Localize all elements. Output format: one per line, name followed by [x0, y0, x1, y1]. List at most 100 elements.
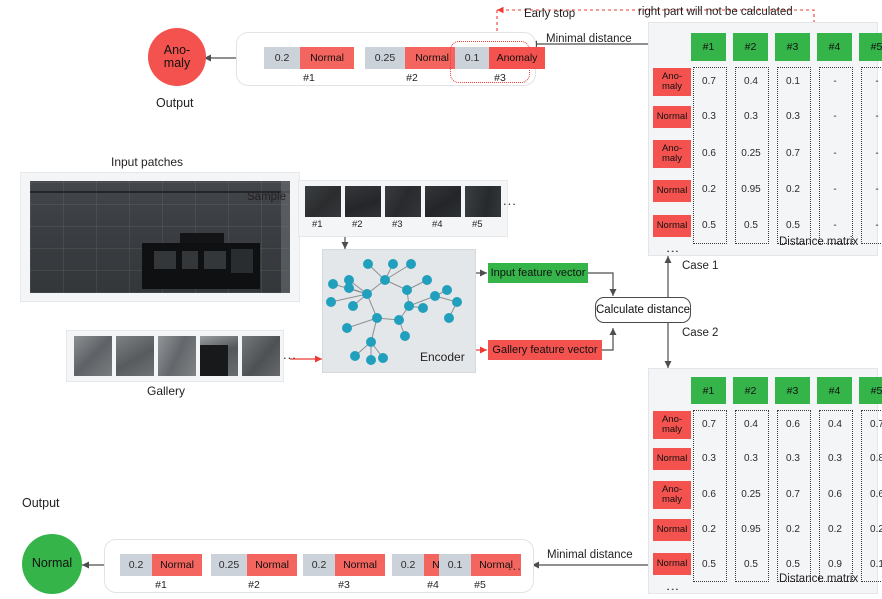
matrix-cell: 0.25	[741, 489, 761, 500]
matrix-row-label: Ano-maly	[653, 411, 691, 439]
matrix-cell: 0.6	[702, 148, 716, 159]
prediction-ellipsis: ...	[508, 558, 522, 573]
prediction-verdict: Normal	[335, 554, 385, 576]
matrix-cell: 0.2	[702, 184, 716, 195]
prediction-item[interactable]: 0.1 Anomaly #3	[455, 47, 545, 84]
matrix-cell: 0.4	[744, 419, 758, 430]
patch-thumb[interactable]	[425, 186, 461, 217]
matrix-cell: -	[833, 148, 837, 159]
calculate-distance-label: Calculate distance	[596, 304, 690, 316]
case1-label: Case 1	[682, 260, 719, 272]
prediction-score: 0.1	[439, 554, 471, 576]
gallery-thumb[interactable]	[116, 336, 154, 376]
matrix-row-label: Ano-maly	[653, 68, 691, 96]
matrix-cell: 0.7	[786, 489, 800, 500]
prediction-score: 0.2	[303, 554, 335, 576]
gallery-thumb[interactable]	[158, 336, 196, 376]
matrix-cell: 0.3	[702, 111, 716, 122]
patch-thumb[interactable]	[345, 186, 381, 217]
patch-index: #3	[392, 219, 403, 230]
distance-matrix-top: #1 #2 #3 #4 #5 ... Ano-maly Normal Ano-m…	[648, 22, 882, 258]
sample-label: Sample	[247, 191, 286, 203]
matrix-cell: 0.4	[828, 419, 842, 430]
output-top-caption: Output	[156, 96, 194, 110]
matrix-row-label: Normal	[653, 448, 691, 470]
patch-index: #4	[432, 219, 443, 230]
gallery-ellipsis: ...	[283, 347, 297, 362]
matrix-col-header: #2	[733, 377, 768, 404]
patch-thumb[interactable]	[465, 186, 501, 217]
matrix-cell: 0.3	[828, 453, 842, 464]
calculate-distance-node[interactable]: Calculate distance	[595, 297, 691, 323]
prediction-index: #3	[338, 579, 350, 591]
gallery-thumb[interactable]	[242, 336, 280, 376]
matrix-col-header: #3	[775, 33, 810, 61]
matrix-cell: -	[875, 111, 879, 122]
matrix-col-header: #1	[691, 33, 726, 61]
matrix-cell: 0.2	[828, 524, 842, 535]
output-bottom-caption: Output	[22, 496, 60, 510]
matrix-cell: 0.3	[744, 453, 758, 464]
prediction-score: 0.2	[120, 554, 152, 576]
prediction-score: 0.2	[264, 47, 300, 69]
matrix-cell: 0.3	[786, 453, 800, 464]
output-top-circle: Ano-maly	[148, 28, 206, 86]
input-patches-title: Input patches	[111, 155, 184, 169]
matrix-cell: 0.3	[786, 111, 800, 122]
gallery-thumb[interactable]	[200, 336, 238, 376]
matrix-cell: 0.5	[786, 559, 800, 570]
matrix-cell: -	[875, 184, 879, 195]
gallery-title: Gallery	[147, 384, 186, 398]
matrix-row-label: Normal	[653, 553, 691, 575]
input-feature-vector-tag[interactable]: Input feature vector	[488, 263, 588, 283]
encoder-label: Encoder	[420, 350, 465, 364]
matrix-cell: 0.7	[702, 76, 716, 87]
matrix-col-header: #4	[817, 377, 852, 404]
encoder-box: Encoder	[322, 249, 476, 373]
output-bottom-circle: Normal	[22, 534, 82, 594]
matrix-cell: 0.25	[741, 148, 761, 159]
prediction-index: #2	[248, 579, 260, 591]
gallery-thumb[interactable]	[74, 336, 112, 376]
matrix-row-label: Ano-maly	[653, 140, 691, 168]
matrix-row-ellipsis: ⋮	[665, 583, 681, 596]
matrix-cell: -	[833, 184, 837, 195]
prediction-item[interactable]: 0.25 Normal #2	[211, 554, 297, 591]
matrix-col-header: #3	[775, 377, 810, 404]
patch-ellipsis: ...	[503, 193, 517, 208]
matrix-cell: 0.3	[744, 111, 758, 122]
matrix-cell: 0.7	[786, 148, 800, 159]
patch-thumb[interactable]	[305, 186, 341, 217]
matrix-col-header: #2	[733, 33, 768, 61]
prediction-index: #5	[474, 579, 486, 591]
matrix-col-header: #4	[817, 33, 852, 61]
prediction-verdict: Anomaly	[489, 47, 545, 69]
prediction-verdict: Normal	[247, 554, 297, 576]
matrix-row-label: Normal	[653, 180, 691, 202]
matrix-row-label: Ano-maly	[653, 481, 691, 509]
gallery-feature-vector-tag[interactable]: Gallery feature vector	[488, 340, 602, 360]
matrix-cell: 0.7	[702, 419, 716, 430]
patch-index: #1	[312, 219, 323, 230]
prediction-verdict: Normal	[300, 47, 354, 69]
patch-thumb[interactable]	[385, 186, 421, 217]
matrix-col-header: #5	[859, 377, 882, 404]
matrix-cell: -	[833, 220, 837, 231]
matrix-cell: 0.8	[870, 453, 882, 464]
prediction-item[interactable]: 0.2 Normal #1	[120, 554, 202, 591]
matrix-row-label: Normal	[653, 215, 691, 237]
matrix-cell: 0.3	[702, 453, 716, 464]
prediction-score: 0.25	[365, 47, 405, 69]
prediction-item[interactable]: 0.2 Normal #3	[303, 554, 385, 591]
matrix-cell: 0.6	[786, 419, 800, 430]
no-calculation-note: right part will not be calculated	[638, 6, 793, 18]
matrix-cell: 0.5	[744, 220, 758, 231]
prediction-verdict: Normal	[152, 554, 202, 576]
gallery-strip: ...	[66, 330, 296, 382]
patch-index: #2	[352, 219, 363, 230]
matrix-row-label: Normal	[653, 519, 691, 541]
prediction-item[interactable]: 0.2 Normal #1	[264, 47, 354, 84]
prediction-index: #1	[155, 579, 167, 591]
prediction-item[interactable]: 0.25 Normal #2	[365, 47, 459, 84]
distance-matrix-bottom: #1 #2 #3 #4 #5 ... Ano-maly Normal Ano-m…	[648, 368, 882, 596]
